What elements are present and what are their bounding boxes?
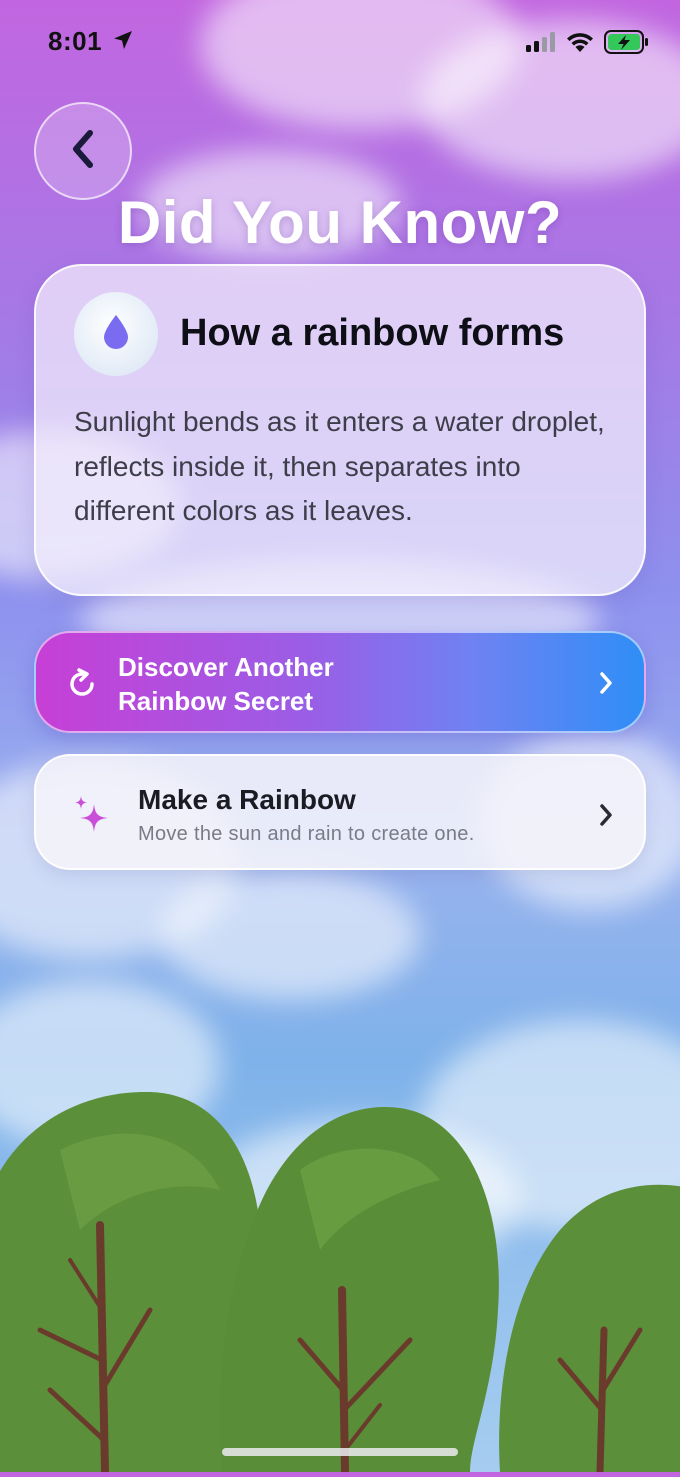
sparkles-icon <box>72 794 112 841</box>
status-time: 8:01 <box>48 26 103 56</box>
chevron-left-icon <box>68 129 98 174</box>
discover-button-label: Discover Another Rainbow Secret <box>118 652 334 716</box>
location-arrow-icon <box>112 29 134 56</box>
refresh-icon <box>66 668 98 705</box>
water-drop-icon <box>102 314 130 355</box>
drop-icon-badge <box>74 292 158 376</box>
fact-title: How a rainbow forms <box>180 312 565 354</box>
make-rainbow-subtitle: Move the sun and rain to create one. <box>138 823 475 845</box>
status-bar: 8:01 <box>0 0 680 88</box>
page-title: Did You Know? <box>117 189 563 256</box>
wifi-icon <box>565 30 595 57</box>
fact-card: How a rainbow forms Sunlight bends as it… <box>34 264 646 596</box>
make-a-rainbow-button[interactable]: Make a Rainbow Move the sun and rain to … <box>34 754 646 870</box>
cellular-signal-icon <box>526 32 558 57</box>
chevron-right-icon <box>598 803 614 832</box>
chevron-right-icon <box>598 671 614 700</box>
fact-body: Sunlight bends as it enters a water drop… <box>74 406 605 526</box>
discover-another-secret-button[interactable]: Discover Another Rainbow Secret <box>34 631 646 733</box>
back-button[interactable] <box>34 102 132 200</box>
home-indicator[interactable] <box>222 1448 458 1456</box>
battery-charging-icon <box>604 30 650 59</box>
make-rainbow-title: Make a Rainbow <box>138 784 356 815</box>
trees-illustration <box>0 1060 680 1477</box>
